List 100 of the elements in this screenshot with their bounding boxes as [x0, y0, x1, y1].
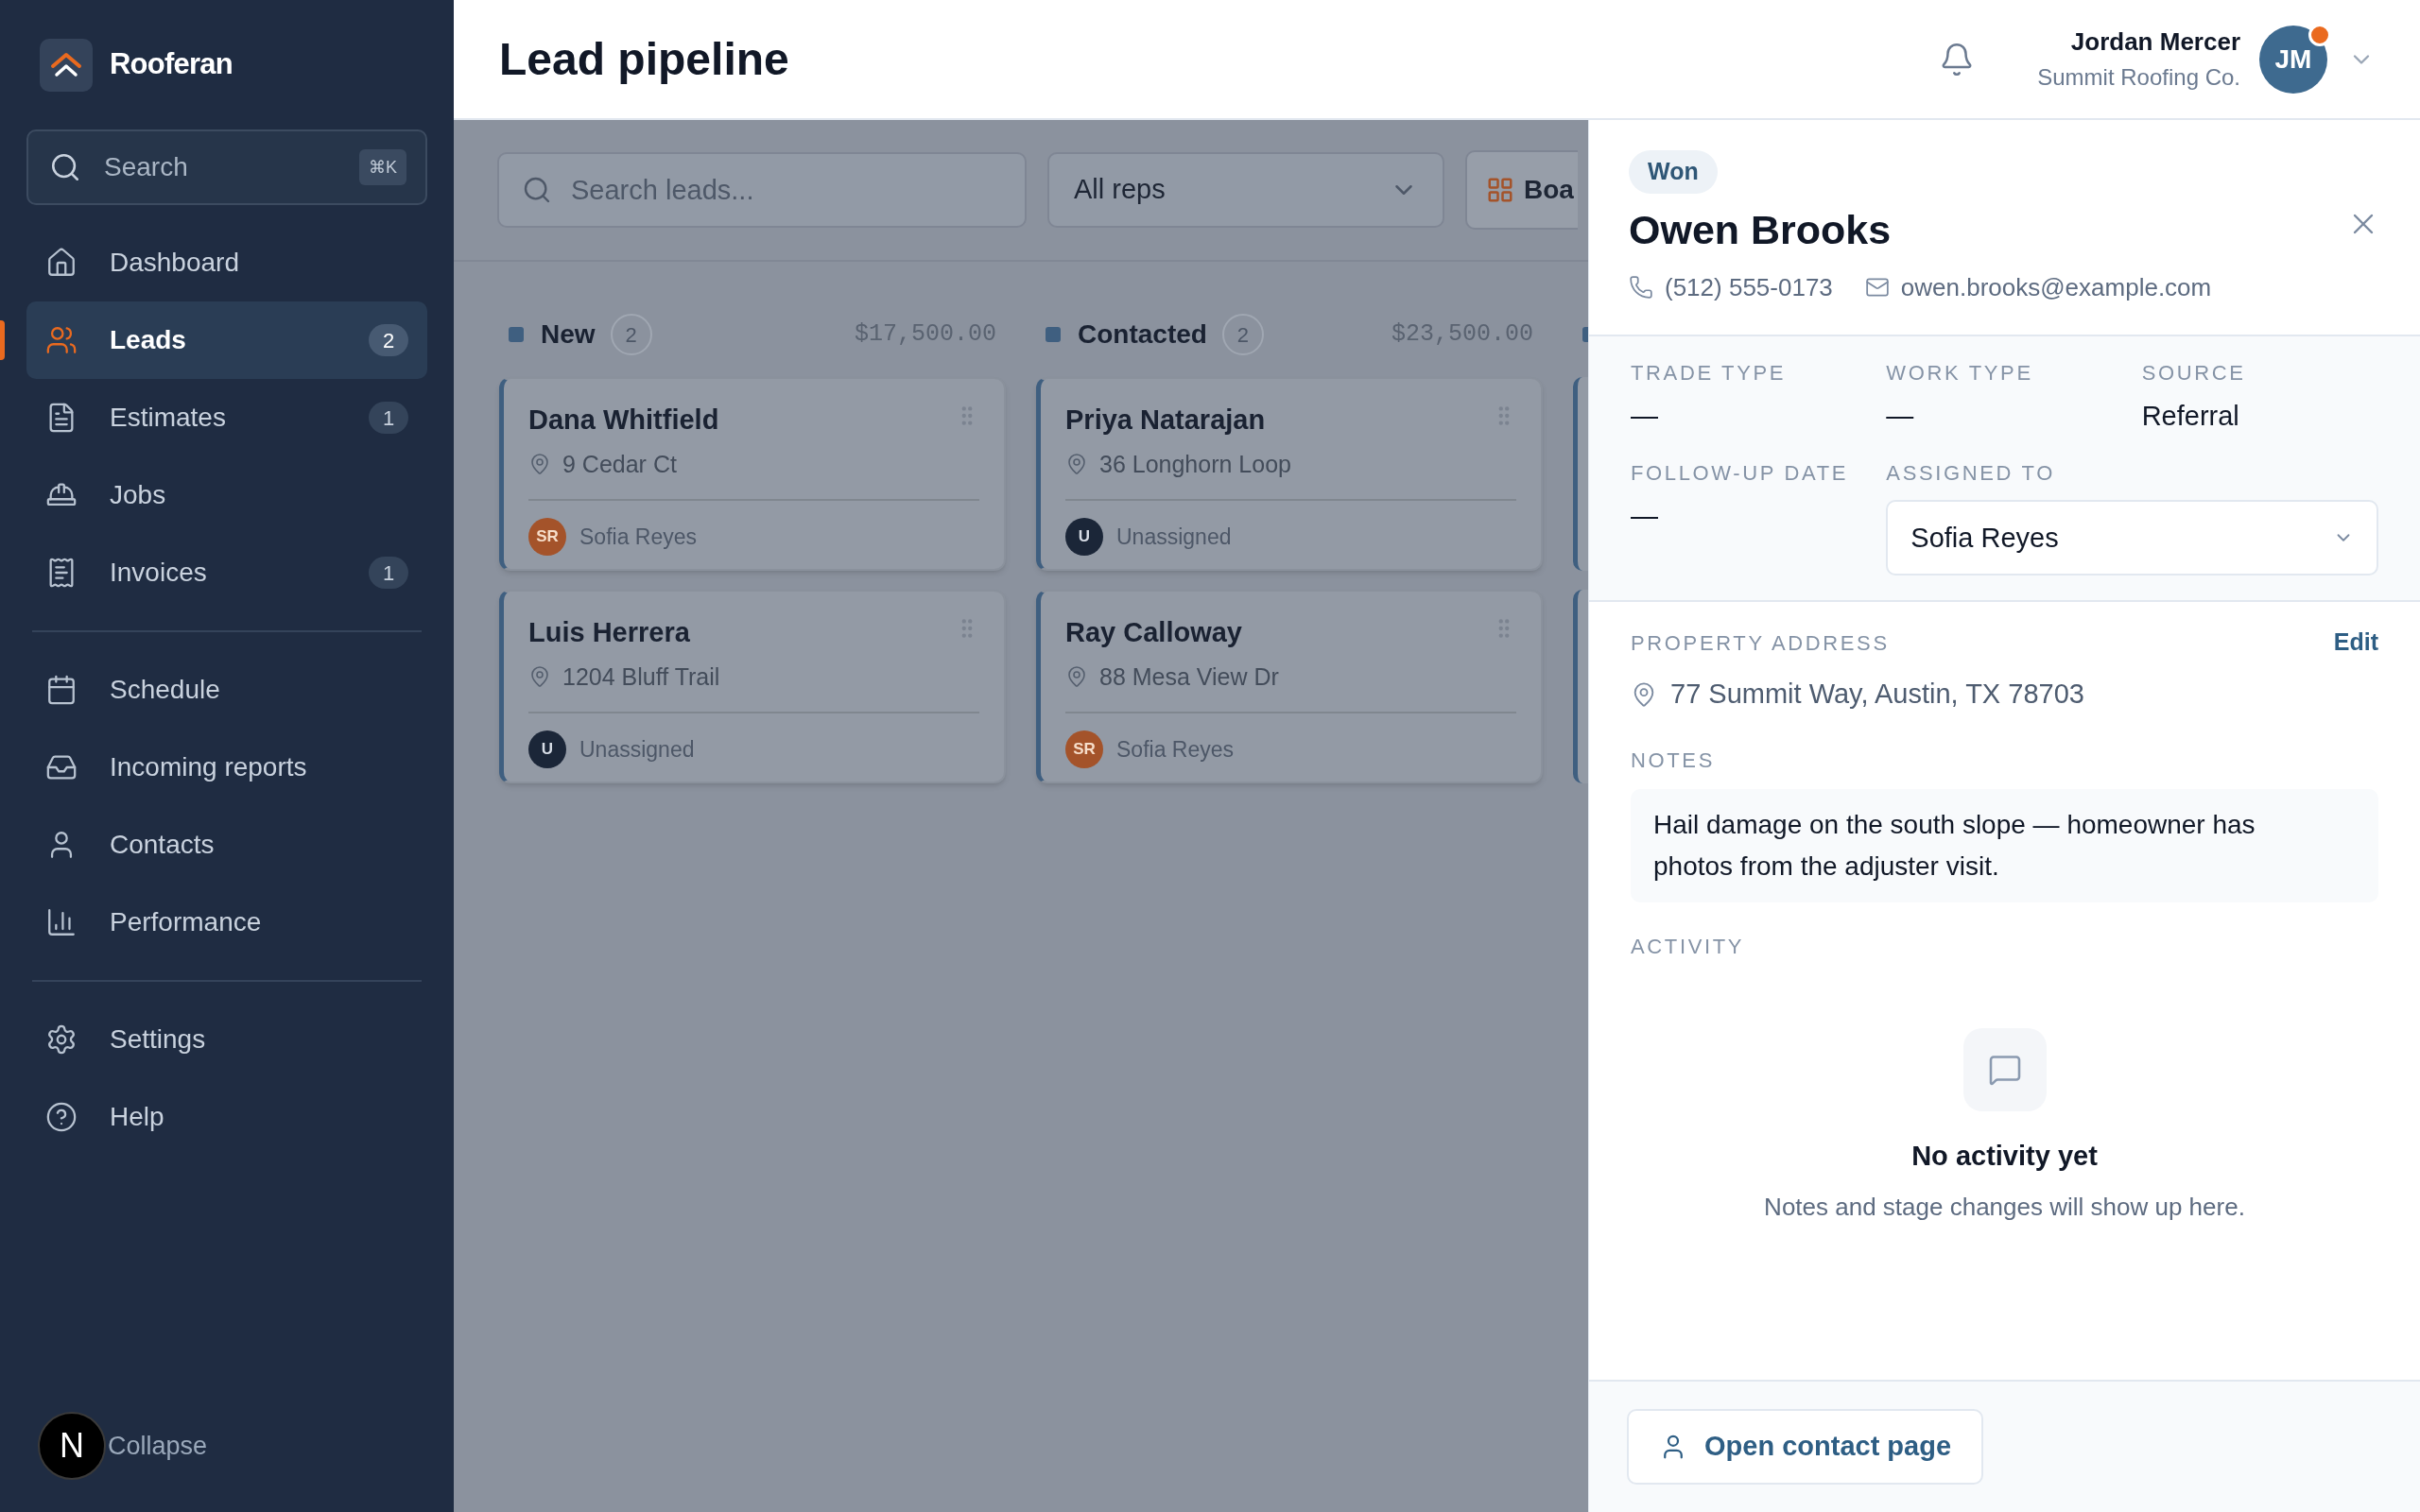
grid-icon	[1486, 176, 1514, 204]
location-pin-icon	[1065, 453, 1088, 476]
nav-item[interactable]: Jobs	[26, 456, 427, 534]
brand-name: Rooferan	[110, 46, 233, 83]
count-badge: 1	[369, 402, 408, 434]
nav-item[interactable]: Invoices 1	[26, 534, 427, 611]
lead-address: 36 Longhorn Loop	[1099, 449, 1291, 479]
section-label: NOTES	[1631, 747, 1716, 775]
notes-text: Hail damage on the south slope — homeowner has photos from the adjuster visit.	[1631, 789, 2378, 903]
field-value: —	[1631, 500, 1659, 534]
search-icon	[522, 175, 552, 205]
users-icon	[45, 324, 78, 356]
edit-link[interactable]: Edit	[2333, 625, 2378, 661]
bar-chart-icon	[45, 906, 78, 938]
dev-tools-badge[interactable]: N	[38, 1412, 106, 1480]
property-address: 77 Summit Way, Austin, TX 78703	[1670, 677, 2084, 711]
count-badge: 2	[1221, 314, 1264, 355]
phone-icon	[1629, 275, 1653, 301]
nav-item[interactable]: Estimates 1	[26, 379, 427, 456]
user-name: Jordan Mercer	[2070, 26, 2240, 58]
nav-item[interactable]: Incoming reports	[26, 729, 427, 806]
nav-label: Incoming reports	[110, 751, 307, 783]
nav-label: Invoices	[110, 557, 207, 589]
location-pin-icon	[1065, 665, 1088, 689]
field-label: FOLLOW-UP DATE	[1631, 460, 1850, 488]
lead-name: Priya Natarajan	[1065, 404, 1266, 437]
field-label: WORK TYPE	[1886, 359, 2034, 387]
count-badge: 2	[610, 314, 652, 355]
logo-icon	[40, 38, 93, 92]
assignee-name: Unassigned	[579, 735, 695, 764]
settings-icon	[45, 1023, 78, 1056]
column-title: Contacted	[1078, 318, 1207, 351]
lead-card[interactable]: Dana Whitfield 9 Cedar Ct SR Sofia Reyes	[499, 377, 1006, 571]
lead-name: Luis Herrera	[528, 616, 690, 649]
search-icon	[49, 151, 81, 183]
house-icon	[45, 247, 78, 279]
field-label: TRADE TYPE	[1631, 359, 1788, 387]
nav-label: Contacts	[110, 829, 215, 861]
empty-state-title: No activity yet	[1911, 1140, 2098, 1174]
assignee-name: Sofia Reyes	[579, 523, 697, 551]
count-badge: 2	[369, 324, 408, 356]
company-name: Summit Roofing Co.	[2037, 63, 2240, 92]
column-title: New	[541, 318, 596, 351]
stage-badge: Won	[1629, 150, 1718, 194]
nav-label: Schedule	[110, 674, 220, 706]
count-badge: 1	[369, 557, 408, 589]
nav-label: Estimates	[110, 402, 226, 434]
assignee-avatar: U	[528, 730, 566, 768]
assignee-name: Sofia Reyes	[1116, 735, 1234, 764]
view-toggle-button[interactable]: Boa	[1465, 150, 1578, 230]
nav-item[interactable]: Help	[26, 1078, 427, 1156]
nav-label: Settings	[110, 1023, 206, 1056]
message-icon	[1962, 1028, 2047, 1112]
nav-item[interactable]: Performance	[26, 884, 427, 961]
calendar-icon	[45, 674, 78, 706]
empty-state-text: Notes and stage changes will show up here.	[1764, 1191, 2245, 1223]
lead-card[interactable]: Luis Herrera 1204 Bluff Trail U Unassigned	[499, 590, 1006, 783]
email-address: owen.brooks@example.com	[1900, 271, 2212, 303]
nav-item[interactable]: Schedule	[26, 651, 427, 729]
lead-name: Owen Brooks	[1629, 206, 1892, 254]
assignee-select[interactable]: Sofia Reyes	[1886, 500, 2378, 576]
nav-item[interactable]: Dashboard	[26, 224, 427, 301]
section-label: ACTIVITY	[1631, 934, 1746, 961]
field-label: SOURCE	[2141, 359, 2247, 387]
nav-item[interactable]: Settings	[26, 1001, 427, 1078]
lead-name: Dana Whitfield	[528, 404, 719, 437]
lead-card[interactable]: Ray Calloway 88 Mesa View Dr SR Sofia Reyes	[1036, 590, 1543, 783]
search-field[interactable]: Search leads...	[497, 152, 1027, 228]
field-value: —	[1886, 399, 1915, 433]
nav-label: Performance	[110, 906, 262, 938]
help-icon	[45, 1101, 78, 1133]
nav-item[interactable]: Contacts	[26, 806, 427, 884]
nav-label: Dashboard	[110, 247, 239, 279]
rep-filter-select[interactable]: All reps	[1047, 152, 1444, 228]
field-label: ASSIGNED TO	[1886, 460, 2056, 488]
nav-label: Help	[110, 1101, 164, 1133]
field-value: —	[1631, 399, 1659, 433]
page-title: Lead pipeline	[499, 32, 789, 86]
assignee-avatar: SR	[528, 518, 566, 556]
open-contact-button[interactable]: Open contact page	[1627, 1409, 1984, 1485]
field-value: Referral	[2141, 399, 2240, 433]
lead-name: Ray Calloway	[1065, 616, 1242, 649]
location-pin-icon	[528, 665, 551, 689]
nav-item[interactable]: Leads 2	[26, 301, 427, 379]
active-indicator	[0, 320, 5, 360]
phone-number: (512) 555-0173	[1665, 271, 1833, 303]
assignee-avatar: SR	[1065, 730, 1103, 768]
lead-address: 9 Cedar Ct	[562, 449, 677, 479]
lead-card[interactable]: Priya Natarajan 36 Longhorn Loop U Unassigned	[1036, 377, 1543, 571]
user-avatar[interactable]: JM	[2259, 25, 2327, 94]
lead-address: 88 Mesa View Dr	[1099, 662, 1279, 692]
nav-label: Jobs	[110, 479, 166, 511]
section-label: PROPERTY ADDRESS	[1631, 629, 1890, 657]
assignee-avatar: U	[1065, 518, 1103, 556]
collapse-button[interactable]: Collapse	[108, 1426, 208, 1466]
lead-address: 1204 Bluff Trail	[562, 662, 720, 692]
assignee-name: Unassigned	[1116, 523, 1232, 551]
nav-label: Leads	[110, 324, 186, 356]
location-pin-icon	[528, 453, 551, 476]
shortcut-key: ⌘K	[359, 149, 406, 185]
